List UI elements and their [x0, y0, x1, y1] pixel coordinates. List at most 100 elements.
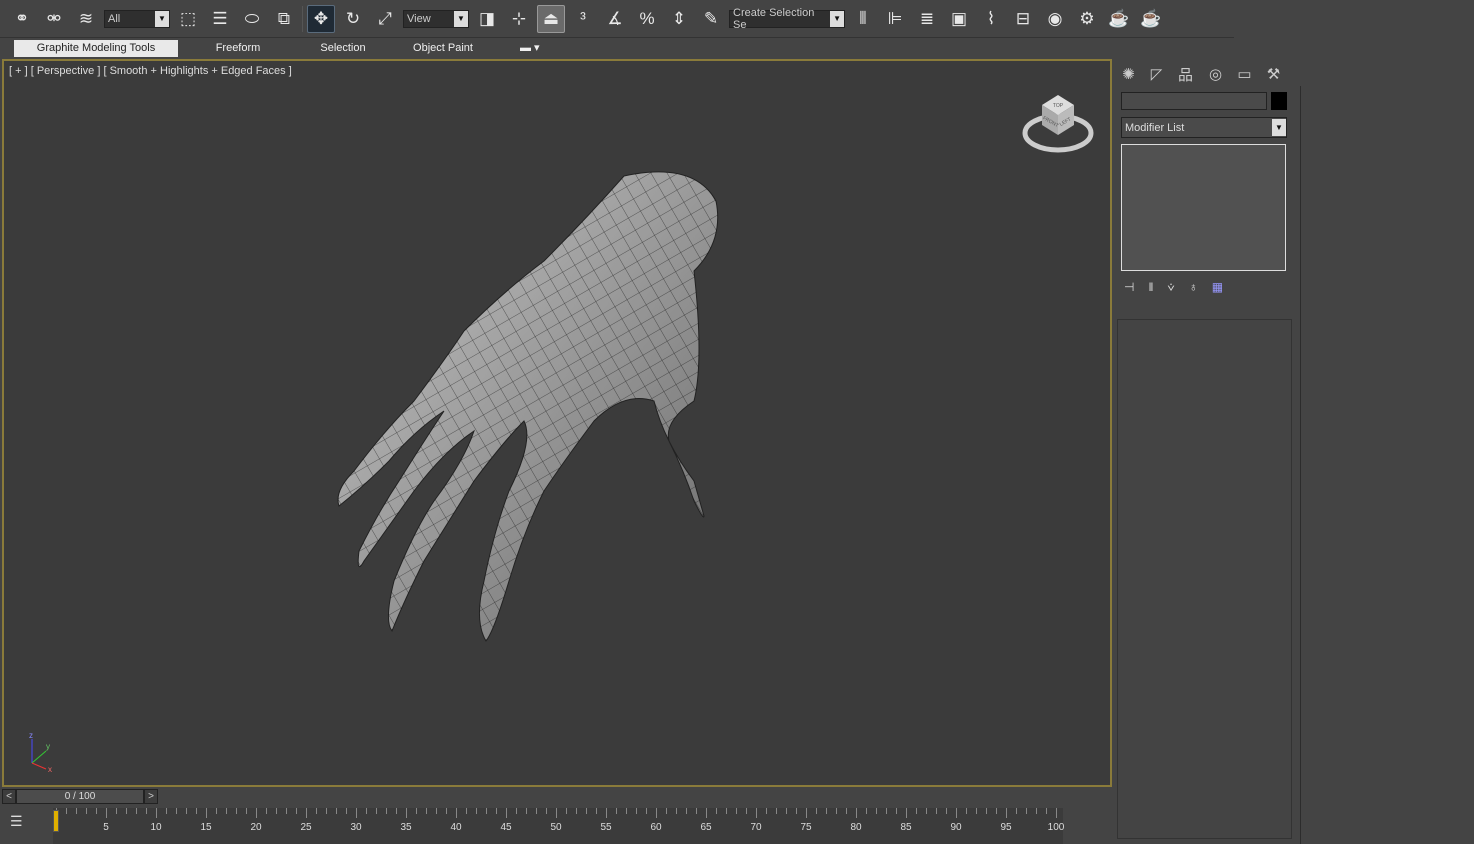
tab-graphite-modeling-tools[interactable]: Graphite Modeling Tools	[14, 40, 178, 57]
percent-snap-icon[interactable]: %	[633, 5, 661, 33]
configure-modifier-sets-icon[interactable]: ▦	[1212, 280, 1223, 294]
window-crossing-icon[interactable]: ⧉	[270, 5, 298, 33]
keyboard-shortcut-override-icon[interactable]: ⏏	[537, 4, 565, 33]
timeline-tick	[126, 808, 127, 814]
curve-editor-icon[interactable]: ⌇	[977, 5, 1005, 33]
timeline-tick	[946, 808, 947, 814]
timeline-ruler[interactable]: 5 10 15 20 25 30 35 40 45 50 55 60 65 70 75 80 85 90 95 100	[53, 808, 1064, 844]
timeline-tick	[826, 808, 827, 814]
modifier-stack[interactable]	[1121, 144, 1286, 271]
utilities-icon[interactable]: ⚒	[1260, 61, 1287, 87]
mirror-icon[interactable]: ⫴	[849, 5, 877, 33]
render-production-icon[interactable]: ☕	[1137, 5, 1165, 33]
chevron-down-icon: ▼	[454, 10, 468, 27]
timeline-tick	[356, 808, 357, 818]
timeline-label: 55	[600, 822, 612, 833]
current-frame-marker[interactable]	[53, 810, 59, 832]
timeline-tick	[476, 808, 477, 814]
select-object-icon[interactable]: ⬚	[174, 5, 202, 33]
timeline-tick	[876, 808, 877, 814]
prev-frame-button[interactable]: <	[2, 789, 16, 804]
timeline-tick	[1046, 808, 1047, 814]
timeline-tick	[96, 808, 97, 814]
motion-icon[interactable]: ◎	[1202, 61, 1229, 87]
viewcube-top-label: TOP	[1053, 103, 1064, 109]
render-setup-icon[interactable]: ⚙	[1073, 5, 1101, 33]
timeline-tick	[616, 808, 617, 814]
timeline-tick	[376, 808, 377, 814]
use-pivot-center-icon[interactable]: ◨	[473, 5, 501, 33]
timeline-label: 90	[950, 822, 962, 833]
timeline-tick	[276, 808, 277, 814]
edit-named-selection-icon[interactable]: ✎	[697, 5, 725, 33]
reference-coord-dropdown[interactable]: View ▼	[403, 9, 469, 28]
frame-display[interactable]: 0 / 100	[16, 789, 144, 804]
snaps-toggle-icon[interactable]: ³	[569, 5, 597, 33]
timeline-tick	[156, 808, 157, 818]
timeline-tick	[246, 808, 247, 814]
timeline-tick	[406, 808, 407, 818]
timeline-tick	[196, 808, 197, 814]
named-selection-dropdown[interactable]: Create Selection Se ▼	[729, 6, 845, 31]
rectangular-selection-region-icon[interactable]: ⬭	[238, 5, 266, 33]
show-end-result-icon[interactable]: ‖	[1148, 280, 1153, 294]
remove-modifier-icon[interactable]: ♁	[1189, 280, 1198, 294]
object-color-swatch[interactable]	[1271, 92, 1287, 110]
axis-tripod: z y x	[29, 731, 52, 773]
align-icon[interactable]: ⊫	[881, 5, 909, 33]
timeline-tick	[686, 808, 687, 814]
tab-freeform[interactable]: Freeform	[178, 40, 298, 57]
layer-manager-icon[interactable]: ≣	[913, 5, 941, 33]
spinner-snap-icon[interactable]: ⇕	[665, 5, 693, 33]
mini-curve-editor-icon[interactable]: ☰	[10, 813, 23, 830]
timeline-tick	[116, 808, 117, 814]
tab-object-paint[interactable]: Object Paint	[388, 40, 498, 57]
bind-to-space-warp-icon[interactable]: ≋	[72, 5, 100, 33]
object-name-field[interactable]	[1121, 92, 1267, 110]
create-icon[interactable]: ✺	[1115, 61, 1142, 87]
make-unique-icon[interactable]: ⩒	[1167, 280, 1174, 295]
material-editor-icon[interactable]: ◉	[1041, 5, 1069, 33]
timeline-tick	[986, 808, 987, 814]
timeline-tick	[606, 808, 607, 818]
timeline-tick	[336, 808, 337, 814]
display-icon[interactable]: ▭	[1231, 61, 1258, 87]
rendered-frame-window-icon[interactable]: ☕	[1105, 5, 1133, 33]
select-and-scale-icon[interactable]: ⤢	[371, 5, 399, 33]
timeline-label: 15	[200, 822, 212, 833]
modify-icon[interactable]: ◸	[1143, 61, 1170, 87]
timeline-tick	[306, 808, 307, 818]
scene-explorer-icon[interactable]: ▣	[945, 5, 973, 33]
perspective-viewport[interactable]: [ + ] [ Perspective ] [ Smooth + Highlig…	[2, 59, 1112, 787]
ribbon-options-icon[interactable]: ▬ ▾	[498, 40, 562, 57]
schematic-view-icon[interactable]: ⊟	[1009, 5, 1037, 33]
time-slider[interactable]: < 0 / 100 >	[2, 789, 158, 804]
angle-snap-icon[interactable]: ∡	[601, 5, 629, 33]
pin-stack-icon[interactable]: ⊣	[1124, 280, 1134, 294]
timeline-tick	[526, 808, 527, 814]
hierarchy-icon[interactable]: 品	[1172, 61, 1199, 87]
timeline-tick	[786, 808, 787, 814]
next-frame-button[interactable]: >	[144, 789, 158, 804]
tab-selection[interactable]: Selection	[298, 40, 388, 57]
select-by-name-icon[interactable]: ☰	[206, 5, 234, 33]
timeline-tick	[146, 808, 147, 814]
named-selection-value: Create Selection Se	[733, 6, 815, 31]
hand-mesh	[337, 171, 719, 642]
timeline-tick	[1056, 808, 1057, 818]
select-and-move-icon[interactable]: ✥	[307, 4, 335, 33]
unlink-selection-icon[interactable]: ⚮	[40, 5, 68, 33]
viewcube[interactable]: TOP FRONT LEFT	[1022, 89, 1094, 157]
timeline-tick	[636, 808, 637, 814]
timeline-tick	[906, 808, 907, 818]
select-and-link-icon[interactable]: ⚭	[8, 5, 36, 33]
timeline-tick	[916, 808, 917, 814]
modifier-list-dropdown[interactable]: Modifier List ▼	[1121, 117, 1287, 138]
timeline-tick	[1016, 808, 1017, 814]
selection-filter-dropdown[interactable]: All ▼	[104, 9, 170, 28]
select-and-rotate-icon[interactable]: ↻	[339, 5, 367, 33]
main-toolbar: ⚭ ⚮ ≋ All ▼ ⬚ ☰ ⬭ ⧉ ✥ ↻ ⤢ View ▼ ◨ ⊹ ⏏ ³ ∡…	[0, 0, 1234, 38]
timeline-tick	[886, 808, 887, 814]
timeline-tick	[426, 808, 427, 814]
select-and-manipulate-icon[interactable]: ⊹	[505, 5, 533, 33]
